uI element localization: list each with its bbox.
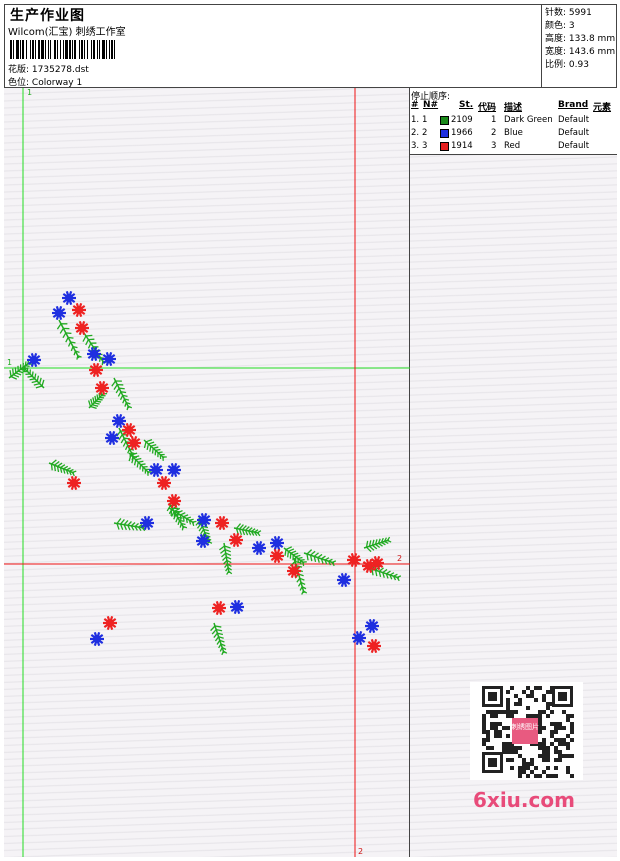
embroidery-preview — [4, 88, 410, 857]
sheet-title: 生产作业图 — [10, 8, 85, 24]
green-axis-mark-left: 1 — [7, 358, 13, 367]
stat-scale: 比例: 0.93 — [545, 60, 589, 70]
red-flower-motif — [270, 549, 284, 563]
blue-flower-motif — [52, 306, 66, 320]
stat-width: 宽度: 143.6 mm — [545, 47, 616, 57]
leaf-motif — [363, 536, 392, 553]
leaf-motif — [303, 549, 337, 567]
thread-swatch — [440, 142, 449, 151]
red-flower-motif — [212, 601, 226, 615]
green-axis-mark-top: 1 — [27, 88, 33, 97]
colorway: 色位: Colorway 1 — [8, 75, 82, 88]
col-num: # — [411, 100, 419, 110]
design-value: 1735278.dst — [31, 65, 89, 75]
blue-flower-motif — [105, 431, 119, 445]
company-name: Wilcom(汇宝) 刺绣工作室 — [8, 27, 126, 38]
red-flower-motif — [367, 639, 381, 653]
stats-box: 针数: 5991 颜色: 3 高度: 133.8 mm 宽度: 143.6 mm… — [541, 4, 617, 88]
design-label: 花版: — [8, 65, 30, 75]
col-element: 元素 — [593, 103, 612, 113]
col-brand: Brand — [558, 100, 589, 110]
col-desc: 描述 — [504, 103, 523, 113]
blue-flower-motif — [365, 619, 379, 633]
blue-flower-motif — [270, 536, 284, 550]
red-flower-motif — [75, 321, 89, 335]
leaf-motif — [48, 459, 77, 477]
blue-flower-motif — [167, 463, 181, 477]
red-flower-motif — [347, 553, 361, 567]
sheet-header: 生产作业图 Wilcom(汇宝) 刺绣工作室 花版: 1735278.dst 色… — [4, 4, 617, 88]
leaf-motif — [219, 542, 233, 575]
thread-swatch — [440, 129, 449, 138]
red-axis-mark-right: 2 — [397, 554, 403, 563]
blue-flower-motif — [352, 631, 366, 645]
col-st: St. — [459, 100, 474, 110]
table-row: 3. 3 1914 3 Red Default — [411, 141, 590, 151]
red-flower-motif — [157, 476, 171, 490]
design-canvas: 1 1 2 2 — [4, 88, 410, 857]
red-flower-motif — [127, 436, 141, 450]
colorway-label: 色位: — [8, 78, 30, 88]
red-flower-motif — [95, 381, 109, 395]
thread-swatch — [440, 116, 449, 125]
blue-flower-motif — [252, 541, 266, 555]
blue-flower-motif — [337, 573, 351, 587]
col-code: 代码 — [478, 103, 497, 113]
red-flower-motif — [287, 564, 301, 578]
barcode-icon — [10, 40, 115, 59]
stop-table: 停止顺序: # N# St. 代码 描述 Brand 元素 1. 1 2109 … — [410, 88, 617, 155]
red-flower-motif — [229, 533, 243, 547]
blue-flower-motif — [90, 632, 104, 646]
leaf-motif — [21, 365, 45, 389]
blue-flower-motif — [27, 353, 41, 367]
blue-flower-motif — [149, 463, 163, 477]
blue-flower-motif — [140, 516, 154, 530]
watermark: 6xiu.com — [473, 788, 575, 812]
leaf-motif — [111, 377, 133, 411]
red-flower-motif — [103, 616, 117, 630]
leaf-motif — [143, 439, 167, 461]
design-file: 花版: 1735278.dst — [8, 62, 89, 75]
table-row: 2. 2 1966 2 Blue Default — [411, 128, 590, 138]
colorway-value: Colorway 1 — [31, 78, 83, 88]
stat-colors: 颜色: 3 — [545, 21, 575, 31]
red-flower-motif — [72, 303, 86, 317]
red-axis-mark-bottom: 2 — [358, 847, 364, 856]
red-flower-motif — [89, 363, 103, 377]
blue-flower-motif — [62, 291, 76, 305]
stat-height: 高度: 133.8 mm — [545, 34, 616, 44]
red-flower-motif — [67, 476, 81, 490]
qr-label: 刺绣图片 — [511, 722, 539, 731]
leaf-motif — [113, 518, 146, 532]
red-flower-motif — [215, 516, 229, 530]
col-n: N# — [423, 100, 439, 110]
leaf-motif — [128, 452, 152, 476]
blue-flower-motif — [230, 600, 244, 614]
blue-flower-motif — [102, 352, 116, 366]
leaf-motif — [168, 505, 197, 527]
red-flower-motif — [370, 556, 384, 570]
blue-flower-motif — [197, 513, 211, 527]
stat-stitches: 针数: 5991 — [545, 8, 592, 18]
table-row: 1. 1 2109 1 Dark Green Default — [411, 115, 590, 125]
leaf-motif — [210, 622, 228, 656]
qr-code-icon: 刺绣图片 — [470, 682, 583, 780]
red-flower-motif — [122, 423, 136, 437]
